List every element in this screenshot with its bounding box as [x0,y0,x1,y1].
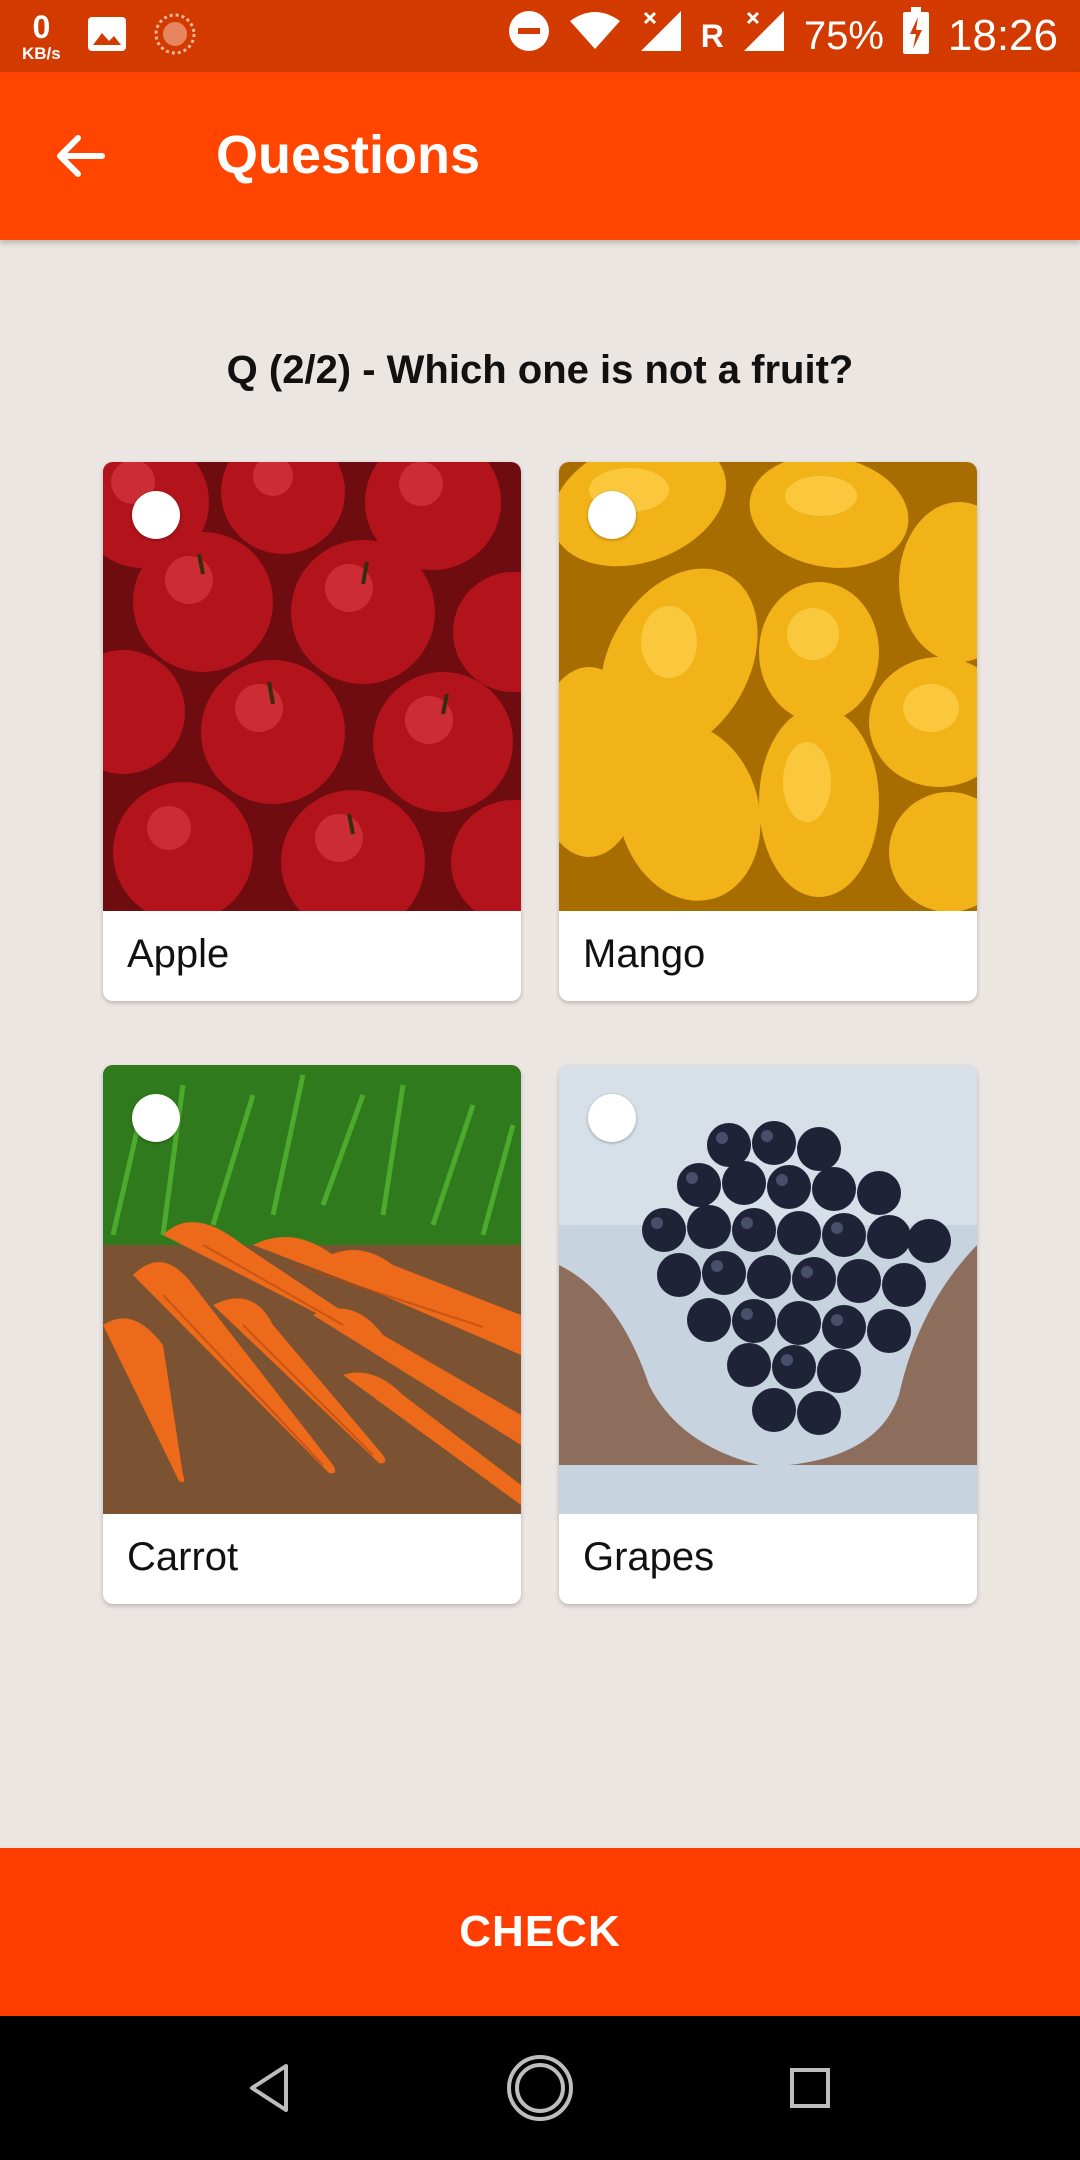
option-card-mango[interactable]: Mango [559,462,977,1001]
status-bar: 0 KB/s R 75% 18:26 [0,0,1080,72]
network-speed-unit: KB/s [22,43,61,63]
check-button[interactable]: CHECK [0,1848,1080,2016]
wifi-icon [569,11,621,61]
battery-charging-icon [902,7,930,65]
network-speed-value: 0 [32,8,51,45]
option-label: Apple [127,932,230,976]
battery-percent: 75% [803,13,884,58]
roaming-label: R [700,17,724,54]
option-card-grapes[interactable]: Grapes [559,1065,977,1604]
signal-icon [742,9,786,63]
option-label: Mango [583,932,706,976]
do-not-disturb-icon [507,9,551,63]
status-right: R 75% 18:26 [507,0,1058,72]
option-card-carrot[interactable]: Carrot [103,1065,521,1604]
back-button[interactable] [40,116,120,196]
nav-recents-button[interactable] [770,2048,850,2128]
home-circle-icon [507,2055,573,2121]
signal-icon [639,9,683,63]
recents-square-icon [790,2068,830,2108]
back-triangle-icon [250,2064,288,2112]
network-speed: 0 KB/s [22,11,61,62]
option-card-apple[interactable]: Apple [103,462,521,1001]
question-text: Q (2/2) - Which one is not a fruit? [226,348,854,392]
image-icon [87,16,127,57]
option-radio[interactable] [588,1094,636,1142]
app-bar: Questions [0,72,1080,240]
status-left: 0 KB/s [22,6,197,66]
option-radio[interactable] [132,491,180,539]
system-nav-bar [0,2016,1080,2160]
page-title: Questions [216,125,481,185]
circle-loader-icon [153,12,197,61]
nav-back-button[interactable] [230,2048,310,2128]
nav-home-button[interactable] [500,2048,580,2128]
option-label: Carrot [127,1535,239,1579]
option-radio[interactable] [132,1094,180,1142]
arrow-left-icon [57,135,105,177]
option-label: Grapes [583,1535,715,1579]
clock-time: 18:26 [947,11,1058,60]
option-radio[interactable] [588,491,636,539]
